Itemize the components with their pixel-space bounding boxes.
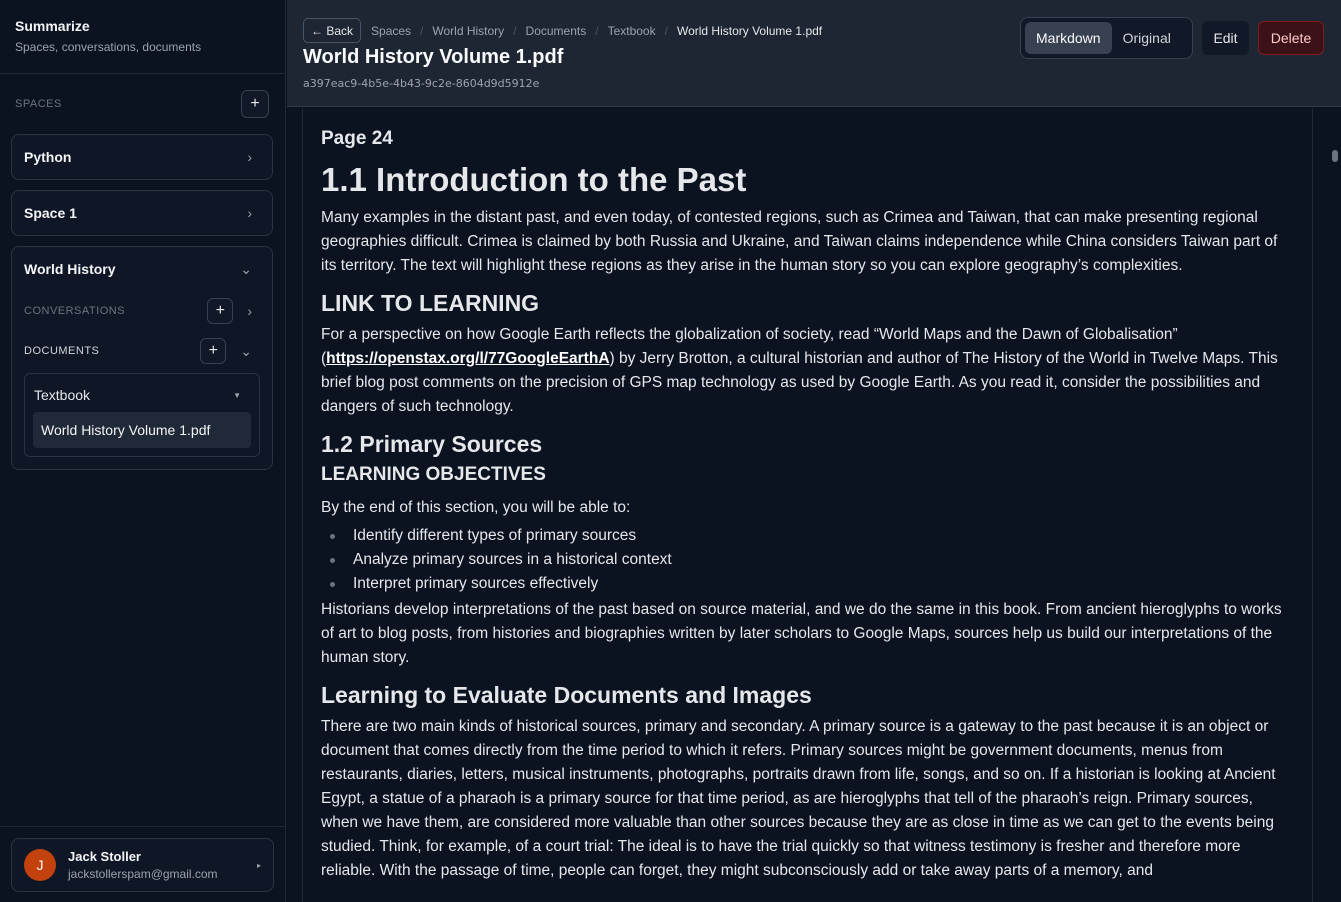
objectives-list: Identify different types of primary sour… bbox=[321, 524, 1294, 596]
caret-down-icon: ▼ bbox=[233, 390, 241, 400]
page-title: World History Volume 1.pdf bbox=[303, 46, 564, 68]
space-toggle[interactable]: World History ⌄ bbox=[12, 247, 272, 291]
app-subtitle: Spaces, conversations, documents bbox=[15, 40, 202, 54]
list-item: Analyze primary sources in a historical … bbox=[321, 548, 1294, 572]
paragraph: Many examples in the distant past, and e… bbox=[321, 209, 1278, 274]
conversations-label: CONVERSATIONS bbox=[24, 305, 126, 317]
chevron-right-icon: › bbox=[247, 303, 252, 319]
heading-evaluate-documents: Learning to Evaluate Documents and Image… bbox=[321, 682, 812, 708]
plus-icon: + bbox=[215, 302, 225, 319]
folder-row[interactable]: Textbook ▼ bbox=[33, 378, 251, 412]
heading-introduction: 1.1 Introduction to the Past bbox=[321, 161, 747, 198]
external-link[interactable]: https://openstax.org/l/77GoogleEarthA bbox=[326, 350, 609, 367]
add-space-button[interactable]: + bbox=[241, 90, 269, 118]
markdown-view-button[interactable]: Markdown bbox=[1025, 22, 1112, 54]
folder-name: Textbook bbox=[34, 387, 91, 403]
chevron-down-icon: ⌄ bbox=[240, 342, 252, 359]
document-id: a397eac9-4b5e-4b43-9c2e-8604d9d5912e bbox=[303, 77, 540, 90]
page-number: Page 24 bbox=[321, 128, 393, 149]
add-document-button[interactable]: + bbox=[200, 338, 227, 364]
documents-row[interactable]: DOCUMENTS + ⌄ bbox=[12, 331, 272, 371]
document-header: ← Back Spaces / World History / Document… bbox=[287, 0, 1341, 107]
space-card-space-1[interactable]: Space 1 › bbox=[11, 190, 273, 236]
chevron-right-icon: › bbox=[247, 149, 252, 165]
heading-primary-sources: 1.2 Primary Sources bbox=[321, 431, 543, 457]
breadcrumb-separator: / bbox=[420, 23, 424, 38]
add-conversation-button[interactable]: + bbox=[207, 298, 234, 324]
view-toggle: Markdown Original bbox=[1020, 17, 1193, 59]
breadcrumb: ← Back Spaces / World History / Document… bbox=[303, 18, 822, 43]
plus-icon: + bbox=[208, 342, 218, 359]
delete-button[interactable]: Delete bbox=[1258, 21, 1324, 55]
paragraph: Historians develop interpretations of th… bbox=[321, 601, 1282, 666]
chevron-right-icon: › bbox=[247, 205, 252, 221]
plus-icon: + bbox=[250, 95, 260, 112]
caret-right-icon: ▸ bbox=[256, 860, 261, 870]
chevron-down-icon: ⌄ bbox=[240, 260, 252, 277]
breadcrumb-documents[interactable]: Documents bbox=[526, 24, 587, 38]
sidebar: Summarize Spaces, conversations, documen… bbox=[0, 0, 286, 902]
heading-learning-objectives: LEARNING OBJECTIVES bbox=[321, 464, 546, 485]
brand: Summarize Spaces, conversations, documen… bbox=[0, 0, 285, 74]
document-folder: Textbook ▼ World History Volume 1.pdf bbox=[24, 373, 260, 457]
breadcrumb-spaces[interactable]: Spaces bbox=[371, 24, 411, 38]
user-name: Jack Stoller bbox=[68, 849, 141, 864]
original-view-button[interactable]: Original bbox=[1112, 22, 1182, 54]
spaces-label: SPACES bbox=[15, 98, 62, 110]
spaces-header: SPACES + bbox=[0, 74, 285, 134]
file-item-selected[interactable]: World History Volume 1.pdf bbox=[33, 412, 251, 448]
space-card-world-history: World History ⌄ CONVERSATIONS + › DOCUME… bbox=[11, 246, 273, 470]
edit-button[interactable]: Edit bbox=[1202, 21, 1249, 55]
heading-link-to-learning: LINK TO LEARNING bbox=[321, 290, 540, 316]
scrollbar[interactable] bbox=[1328, 108, 1341, 902]
list-item: Identify different types of primary sour… bbox=[321, 524, 1294, 548]
file-name: World History Volume 1.pdf bbox=[41, 422, 211, 438]
breadcrumb-current: World History Volume 1.pdf bbox=[676, 23, 823, 38]
breadcrumb-space[interactable]: World History bbox=[432, 24, 504, 38]
list-item: Interpret primary sources effectively bbox=[321, 572, 1294, 596]
avatar: J bbox=[24, 849, 56, 881]
conversations-row[interactable]: CONVERSATIONS + › bbox=[12, 291, 272, 331]
breadcrumb-separator: / bbox=[664, 23, 668, 38]
markdown-content: Page 24 1.1 Introduction to the Past Man… bbox=[302, 108, 1313, 902]
divider bbox=[0, 826, 286, 827]
app-title: Summarize bbox=[15, 18, 90, 34]
user-email: jackstollerspam@gmail.com bbox=[68, 867, 218, 881]
scrollbar-thumb[interactable] bbox=[1332, 150, 1338, 162]
breadcrumb-folder[interactable]: Textbook bbox=[608, 24, 656, 38]
breadcrumb-separator: / bbox=[595, 23, 599, 38]
documents-label: DOCUMENTS bbox=[24, 345, 100, 357]
space-name: World History bbox=[24, 261, 116, 277]
user-menu[interactable]: J Jack Stoller jackstollerspam@gmail.com… bbox=[11, 838, 274, 892]
paragraph-with-link: For a perspective on how Google Earth re… bbox=[321, 323, 1294, 419]
space-name: Space 1 bbox=[24, 205, 77, 221]
back-button[interactable]: ← Back bbox=[303, 18, 362, 43]
paragraph: By the end of this section, you will be … bbox=[321, 499, 631, 516]
breadcrumb-separator: / bbox=[513, 23, 517, 38]
space-name: Python bbox=[24, 149, 72, 165]
paragraph: There are two main kinds of historical s… bbox=[321, 718, 1276, 879]
space-card-python[interactable]: Python › bbox=[11, 134, 273, 180]
